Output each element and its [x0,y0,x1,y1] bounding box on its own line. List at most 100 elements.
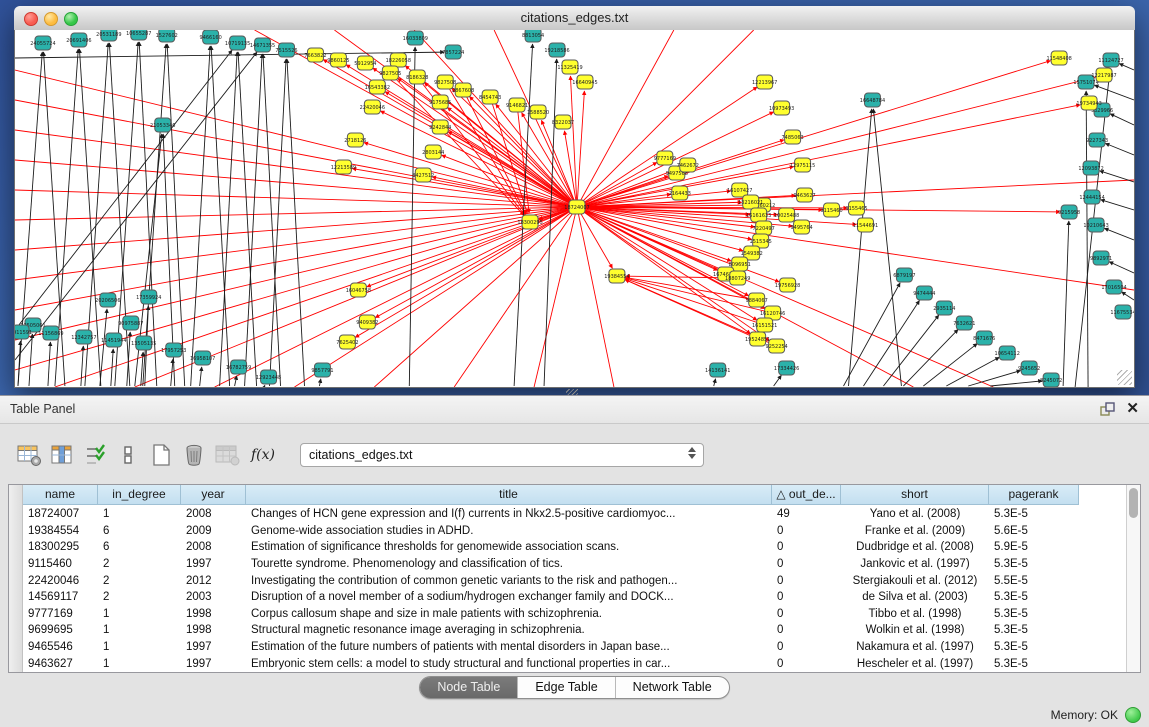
graph-node[interactable]: 14136141 [705,363,730,377]
network-canvas[interactable]: 2405572420691406205311891065528715276029… [14,30,1135,388]
graph-node[interactable]: 10973493 [769,101,794,115]
graph-node[interactable]: 1527602 [156,30,178,42]
graph-node[interactable]: 9474444 [913,286,935,300]
graph-node[interactable]: 13505135 [131,336,156,350]
graph-node[interactable]: 7857224 [442,45,464,59]
table-source-select[interactable]: citations_edges.txt [300,443,704,467]
graph-node[interactable]: 11325419 [557,60,582,74]
graph-node[interactable]: 8322037 [552,115,574,129]
close-panel-icon[interactable]: ✕ [1126,400,1139,417]
graph-node[interactable]: 9227343 [1086,133,1108,147]
graph-node[interactable]: 6879197 [893,268,915,282]
graph-node[interactable]: 8186328 [406,70,428,84]
graph-node[interactable]: 12444154 [1079,190,1104,204]
graph-node[interactable]: 18226058 [386,53,411,67]
graph-node[interactable]: 9884067 [746,293,768,307]
graph-node[interactable]: 2164433 [669,186,691,200]
graph-node[interactable]: 9857791 [311,363,333,377]
graph-node[interactable]: 9155465 [845,201,867,215]
graph-node[interactable]: 20531189 [96,30,121,41]
float-panel-icon[interactable] [1100,402,1115,417]
column-header-year[interactable]: year [181,485,246,505]
graph-node[interactable]: 7485063 [782,130,804,144]
graph-node[interactable]: 8245072 [1040,373,1062,387]
table-settings-button[interactable] [14,441,44,469]
graph-node[interactable]: 7632621 [953,316,975,330]
scrollbar-thumb[interactable] [1129,488,1138,518]
window-titlebar[interactable]: citations_edges.txt [14,6,1135,31]
graph-node[interactable]: 16033809 [403,31,428,45]
resize-grip-icon[interactable] [1117,370,1132,385]
graph-node[interactable]: 7462672 [677,158,699,172]
graph-node[interactable]: 7663822 [304,48,326,62]
graph-node[interactable]: 12923448 [256,370,281,384]
table-row[interactable]: 1456911722003Disruption of a novel membe… [23,589,1127,606]
table-scrollbar[interactable] [1126,485,1140,672]
new-table-button[interactable] [146,441,176,469]
graph-node[interactable]: 9860125 [327,53,349,67]
graph-node[interactable]: 22420046 [360,100,385,114]
graph-node[interactable]: 8427512 [412,168,434,182]
column-header-name[interactable]: name [23,485,98,505]
graph-node[interactable]: 11544691 [853,218,878,232]
select-rows-button[interactable] [80,441,110,469]
graph-node[interactable]: 9827505 [379,66,401,80]
graph-node[interactable]: 19756928 [775,278,800,292]
graph-node[interactable]: 12975115 [790,158,815,172]
splitter-handle[interactable] [566,389,578,395]
graph-node[interactable]: 9245652 [1018,361,1040,375]
graph-node[interactable]: 9777169 [654,151,676,165]
graph-node[interactable]: 8471676 [973,331,995,345]
import-table-button[interactable] [212,441,242,469]
graph-node[interactable]: 12342757 [71,330,96,344]
graph-node[interactable]: 20691406 [66,33,91,47]
graph-node[interactable]: 9175685 [429,95,451,109]
table-row[interactable]: 1830029562008Estimation of significance … [23,539,1127,556]
tab-node-table[interactable]: Node Table [420,677,517,698]
graph-node[interactable]: 8454743 [479,90,501,104]
graph-node[interactable]: 9495764 [791,220,813,234]
column-header-in_degree[interactable]: in_degree [98,485,181,505]
graph-node[interactable]: 9146821 [506,98,528,112]
graph-node[interactable]: 2935114 [933,301,955,315]
graph-node[interactable]: 7220497 [753,221,775,235]
graph-node[interactable]: 1588520 [527,105,549,119]
graph-node[interactable]: 10719135 [225,36,250,50]
graph-node[interactable]: 7515526 [275,43,297,57]
graph-node[interactable]: 16640945 [572,75,597,89]
graph-node[interactable]: 24055724 [30,36,55,50]
graph-node[interactable]: 8813054 [522,30,544,42]
graph-node[interactable]: 16648784 [860,93,885,107]
row-height-button[interactable] [113,441,143,469]
show-column-button[interactable] [47,441,77,469]
table-row[interactable]: 1872400712008Changes of HCN gene express… [23,506,1127,523]
graph-node[interactable]: 14671355 [250,38,275,52]
column-header-short[interactable]: short [841,485,989,505]
graph-node[interactable]: 19218586 [544,43,569,57]
graph-node[interactable]: 9892971 [1090,251,1112,265]
table-row[interactable]: 969969511998Structural magnetic resonanc… [23,622,1127,639]
graph-node[interactable]: 2718126 [344,133,366,147]
graph-node[interactable]: 17334426 [774,361,799,375]
graph-node[interactable]: 17359924 [136,290,161,304]
graph-node[interactable]: 9115460 [820,203,842,217]
graph-node[interactable]: 16782759 [226,360,251,374]
graph-node[interactable]: 2867608 [452,83,474,97]
table-row[interactable]: 946554611997Estimation of the future num… [23,639,1127,656]
column-header-title[interactable]: title [246,485,772,505]
graph-node[interactable]: 7625402 [336,335,358,349]
function-builder-button[interactable]: f(x) [248,441,278,469]
graph-node[interactable]: 17016504 [1101,280,1126,294]
graph-node[interactable]: 11548408 [1046,51,1071,65]
graph-node[interactable]: 12213589 [331,160,356,174]
graph-node[interactable]: 9466160 [200,30,222,44]
graph-node[interactable]: 20206506 [95,293,120,307]
column-header-pagerank[interactable]: pagerank [989,485,1079,505]
graph-node[interactable]: 12213967 [752,75,777,89]
table-row[interactable]: 2242004622012Investigating the contribut… [23,572,1127,589]
graph-node[interactable]: 5912954 [354,56,376,70]
graph-node[interactable]: 2803144 [422,145,444,159]
delete-table-button[interactable] [179,441,209,469]
graph-node[interactable]: 9463627 [793,188,815,202]
graph-node[interactable]: 9215958 [1058,205,1080,219]
